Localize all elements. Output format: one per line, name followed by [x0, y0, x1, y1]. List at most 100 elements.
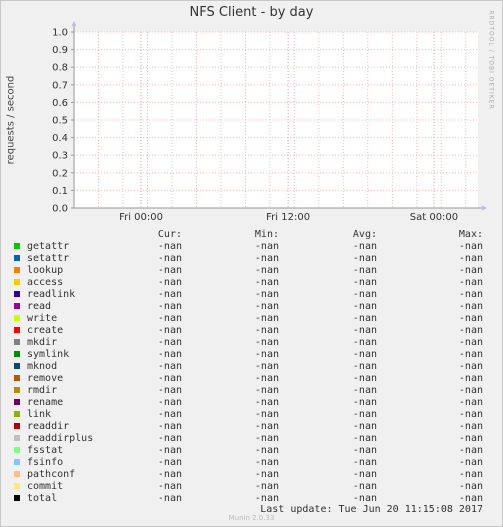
legend-avg-value: -nan	[352, 241, 377, 252]
legend-row-fsstat: fsstat -nan -nan -nan -nan	[0, 445, 503, 457]
legend-min-value: -nan	[254, 361, 279, 372]
legend-avg-value: -nan	[352, 469, 377, 480]
legend-max-value: -nan	[458, 493, 483, 504]
legend-swatch	[14, 243, 20, 249]
legend-row-remove: remove -nan -nan -nan -nan	[0, 373, 503, 385]
legend-min-value: -nan	[254, 265, 279, 276]
legend-cur-value: -nan	[157, 265, 182, 276]
legend-row-mknod: mknod -nan -nan -nan -nan	[0, 361, 503, 373]
legend-swatch	[14, 471, 20, 477]
legend-label: link	[27, 409, 52, 420]
x-axis-arrow-icon	[482, 205, 487, 211]
y-tick-label: 0.8	[52, 63, 68, 74]
header-avg: Avg:	[352, 229, 377, 240]
legend-label: fsinfo	[27, 457, 64, 468]
legend-swatch	[14, 399, 20, 405]
legend-cur-value: -nan	[157, 301, 182, 312]
x-tick-label: Fri 00:00	[119, 212, 163, 223]
legend-label: write	[27, 313, 58, 324]
legend-cur-value: -nan	[157, 277, 182, 288]
header-cur: Cur:	[157, 229, 182, 240]
legend-cur-value: -nan	[157, 469, 182, 480]
y-tick-label: 0.4	[52, 133, 68, 144]
munin-version: Munin 2.0.33	[228, 514, 275, 522]
legend-avg-value: -nan	[352, 277, 377, 288]
legend-swatch	[14, 447, 20, 453]
legend-cur-value: -nan	[157, 241, 182, 252]
y-axis-arrow-icon	[71, 21, 77, 26]
legend-min-value: -nan	[254, 313, 279, 324]
legend-row-access: access -nan -nan -nan -nan	[0, 277, 503, 289]
legend-max-value: -nan	[458, 361, 483, 372]
legend-avg-value: -nan	[352, 385, 377, 396]
legend-cur-value: -nan	[157, 409, 182, 420]
legend-cur-value: -nan	[157, 481, 182, 492]
legend-min-value: -nan	[254, 433, 279, 444]
legend-row-rename: rename -nan -nan -nan -nan	[0, 397, 503, 409]
legend-cur-value: -nan	[157, 433, 182, 444]
legend-header: Cur: Min: Avg: Max:	[0, 229, 503, 241]
legend-cur-value: -nan	[157, 373, 182, 384]
legend-min-value: -nan	[254, 325, 279, 336]
legend-row-create: create -nan -nan -nan -nan	[0, 325, 503, 337]
legend-cur-value: -nan	[157, 385, 182, 396]
legend-max-value: -nan	[458, 457, 483, 468]
legend-swatch	[14, 291, 20, 297]
legend-swatch	[14, 459, 20, 465]
legend-max-value: -nan	[458, 373, 483, 384]
y-tick-label: 0.3	[52, 151, 68, 162]
legend-label: mknod	[27, 361, 58, 372]
legend-avg-value: -nan	[352, 373, 377, 384]
legend-cur-value: -nan	[157, 325, 182, 336]
y-tick-label: 0.7	[52, 80, 68, 91]
legend-min-value: -nan	[254, 493, 279, 504]
legend-row-rmdir: rmdir -nan -nan -nan -nan	[0, 385, 503, 397]
legend-cur-value: -nan	[157, 493, 182, 504]
legend-avg-value: -nan	[352, 253, 377, 264]
legend-min-value: -nan	[254, 457, 279, 468]
header-max: Max:	[458, 229, 483, 240]
legend-avg-value: -nan	[352, 349, 377, 360]
legend-row-symlink: symlink -nan -nan -nan -nan	[0, 349, 503, 361]
legend-row-readdir: readdir -nan -nan -nan -nan	[0, 421, 503, 433]
legend-max-value: -nan	[458, 469, 483, 480]
legend-cur-value: -nan	[157, 397, 182, 408]
legend-min-value: -nan	[254, 373, 279, 384]
x-tick-label: Sat 00:00	[410, 212, 458, 223]
legend-min-value: -nan	[254, 421, 279, 432]
legend-max-value: -nan	[458, 397, 483, 408]
legend-row-link: link -nan -nan -nan -nan	[0, 409, 503, 421]
legend-label: remove	[27, 373, 64, 384]
legend-max-value: -nan	[458, 313, 483, 324]
legend-swatch	[14, 339, 20, 345]
legend-cur-value: -nan	[157, 349, 182, 360]
legend-swatch	[14, 363, 20, 369]
legend-min-value: -nan	[254, 397, 279, 408]
legend-avg-value: -nan	[352, 265, 377, 276]
legend-avg-value: -nan	[352, 325, 377, 336]
legend-swatch	[14, 315, 20, 321]
legend-min-value: -nan	[254, 385, 279, 396]
legend-max-value: -nan	[458, 409, 483, 420]
legend-row-readlink: readlink -nan -nan -nan -nan	[0, 289, 503, 301]
legend-min-value: -nan	[254, 241, 279, 252]
legend-avg-value: -nan	[352, 457, 377, 468]
legend-label: setattr	[27, 253, 70, 264]
legend-cur-value: -nan	[157, 337, 182, 348]
legend-max-value: -nan	[458, 433, 483, 444]
legend-label: readlink	[27, 289, 76, 300]
legend-cur-value: -nan	[157, 361, 182, 372]
legend-swatch	[14, 255, 20, 261]
legend-row-lookup: lookup -nan -nan -nan -nan	[0, 265, 503, 277]
y-tick-label: 0.9	[52, 45, 68, 56]
legend-row-fsinfo: fsinfo -nan -nan -nan -nan	[0, 457, 503, 469]
legend-swatch	[14, 483, 20, 489]
legend-swatch	[14, 279, 20, 285]
legend-avg-value: -nan	[352, 361, 377, 372]
legend-label: rename	[27, 397, 64, 408]
legend-min-value: -nan	[254, 445, 279, 456]
legend-avg-value: -nan	[352, 481, 377, 492]
legend-max-value: -nan	[458, 289, 483, 300]
legend-swatch	[14, 435, 20, 441]
legend-cur-value: -nan	[157, 457, 182, 468]
